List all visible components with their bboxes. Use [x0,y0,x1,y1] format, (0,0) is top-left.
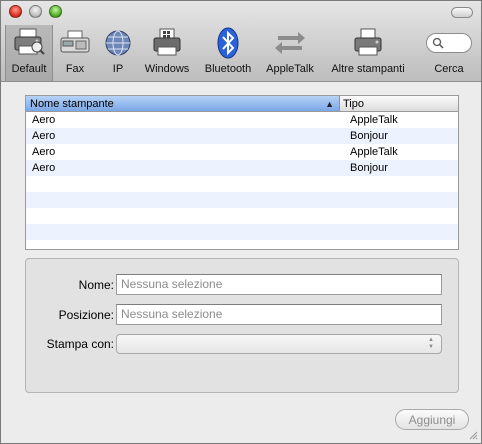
column-header-printer-name[interactable]: Nome stampante ▲ [26,96,340,111]
window-controls [9,5,62,18]
name-field[interactable]: Nessuna selezione [116,274,442,295]
print-using-popup[interactable]: ▲ ▼ [116,334,442,354]
name-label: Nome: [78,277,114,292]
toolbar-other-printers-label: Altre stampanti [331,63,405,75]
printer-icon [352,25,384,61]
printer-details-group: Nome: Nessuna selezione Posizione: Nessu… [25,258,459,393]
empty-row [26,192,458,208]
minimize-window-button[interactable] [29,5,42,18]
sort-ascending-icon: ▲ [325,99,334,109]
toolbar-appletalk-label: AppleTalk [266,63,314,75]
toolbar-bluetooth-label: Bluetooth [204,63,252,75]
printer-name-cell: Aero [32,162,56,174]
toolbar-bluetooth-button[interactable]: Bluetooth [199,25,257,81]
print-using-label: Stampa con: [46,337,114,351]
toolbar-ip-button[interactable]: IP [101,25,135,81]
printer-browser-window: Default Fax IP Windows Bluetooth AppleTa… [0,0,482,444]
column-header-type-label: Tipo [343,97,364,110]
empty-row [26,208,458,224]
toolbar-toggle-button[interactable] [451,7,473,18]
printer-type-cell: Bonjour [350,162,388,174]
table-row[interactable]: Aero Bonjour [26,128,458,144]
resize-grip-icon[interactable] [468,430,478,440]
location-row: Posizione: Nessuna selezione [26,304,442,325]
printer-type-cell: AppleTalk [350,114,398,126]
printer-type-cell: Bonjour [350,130,388,142]
toolbar-fax-button[interactable]: Fax [57,25,93,81]
print-using-row: Stampa con: ▲ ▼ [26,334,442,354]
table-row[interactable]: Aero AppleTalk [26,144,458,160]
zoom-window-button[interactable] [49,5,62,18]
globe-icon [103,25,133,61]
location-label: Posizione: [58,307,114,322]
search-icon [432,37,444,49]
toolbar-windows-button[interactable]: Windows [141,25,193,81]
bluetooth-icon [217,25,239,61]
table-row[interactable]: Aero Bonjour [26,160,458,176]
toolbar-ip-label: IP [112,63,124,75]
toolbar-fax-label: Fax [65,63,85,75]
windows-printer-icon [151,25,183,61]
toolbar-windows-label: Windows [144,63,190,75]
printer-name-cell: Aero [32,146,56,158]
close-window-button[interactable] [9,5,22,18]
empty-row [26,224,458,240]
printer-default-icon [12,25,46,61]
search-field[interactable] [426,33,472,53]
appletalk-arrows-icon [274,25,306,61]
toolbar-search[interactable]: Cerca [423,25,475,81]
toolbar-default-button[interactable]: Default [5,25,53,81]
toolbar-default-label: Default [11,63,47,75]
printer-name-cell: Aero [32,130,56,142]
toolbar: Default Fax IP Windows Bluetooth AppleTa… [1,1,481,82]
toolbar-search-label: Cerca [434,63,464,75]
list-header: Nome stampante ▲ Tipo [26,96,458,112]
toolbar-appletalk-button[interactable]: AppleTalk [261,25,319,81]
printer-type-cell: AppleTalk [350,146,398,158]
column-header-printer-name-label: Nome stampante [30,97,114,110]
popup-arrows-icon: ▲ ▼ [428,337,434,350]
printer-name-cell: Aero [32,114,56,126]
fax-icon [59,25,91,61]
toolbar-other-printers-button[interactable]: Altre stampanti [325,25,411,81]
table-row[interactable]: Aero AppleTalk [26,112,458,128]
column-header-type[interactable]: Tipo [340,96,458,111]
empty-row [26,176,458,192]
list-body: Aero AppleTalk Aero Bonjour Aero AppleTa… [26,112,458,240]
location-field[interactable]: Nessuna selezione [116,304,442,325]
add-button[interactable]: Aggiungi [395,409,469,430]
search-field-wrapper [426,25,472,61]
name-row: Nome: Nessuna selezione [26,274,442,295]
printer-list[interactable]: Nome stampante ▲ Tipo Aero AppleTalk Aer… [25,95,459,250]
